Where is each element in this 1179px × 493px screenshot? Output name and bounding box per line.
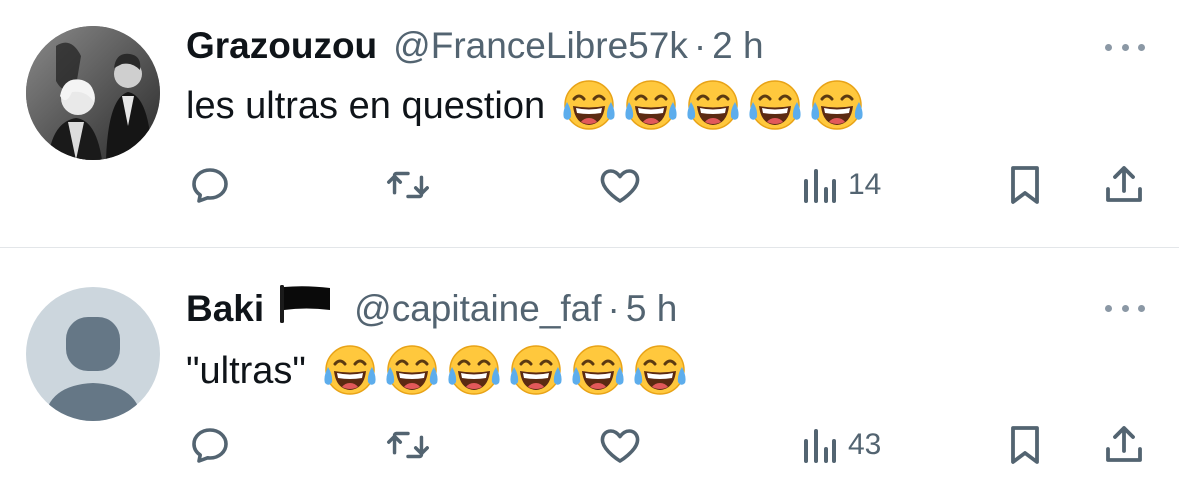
more-dots-icon xyxy=(1138,43,1145,51)
action-bar: 43 xyxy=(0,415,1179,475)
more-options-button[interactable] xyxy=(1105,302,1145,314)
face-with-tears-of-joy-emoji xyxy=(508,343,564,399)
reply-icon xyxy=(192,428,228,463)
like-button[interactable] xyxy=(596,415,644,475)
tweet-text-body: "ultras" xyxy=(186,349,306,392)
face-with-tears-of-joy-emoji xyxy=(747,78,803,134)
reply-button[interactable] xyxy=(186,155,234,215)
separator-dot: · xyxy=(607,288,620,329)
share-icon xyxy=(1106,166,1142,202)
bookmark-button[interactable] xyxy=(1003,415,1047,475)
user-handle[interactable]: @capitaine_faf xyxy=(354,284,601,334)
reply-button[interactable] xyxy=(186,415,234,475)
emoji-group xyxy=(322,343,688,399)
retweet-button[interactable] xyxy=(383,155,433,215)
face-with-tears-of-joy-emoji xyxy=(384,343,440,399)
bookmark-icon xyxy=(1011,166,1039,204)
retweet-button[interactable] xyxy=(383,415,433,475)
action-bar: 14 xyxy=(0,155,1179,215)
tweet-header: Grazouzou @FranceLibre57k · 2 h xyxy=(186,21,764,71)
more-dots-icon xyxy=(1121,43,1129,51)
face-with-tears-of-joy-emoji xyxy=(623,78,679,134)
face-with-tears-of-joy-emoji xyxy=(322,343,378,399)
more-dots-icon xyxy=(1105,43,1112,51)
views-icon xyxy=(804,169,836,203)
retweet-icon xyxy=(387,431,429,459)
face-with-tears-of-joy-emoji xyxy=(632,343,688,399)
more-dots-icon xyxy=(1121,304,1129,312)
retweet-icon xyxy=(387,171,429,199)
view-count: 43 xyxy=(848,428,882,461)
user-handle[interactable]: @FranceLibre57k xyxy=(393,21,688,71)
face-with-tears-of-joy-emoji xyxy=(561,78,617,134)
tweet-text-body: les ultras en question xyxy=(186,84,546,127)
bookmark-icon xyxy=(1011,426,1039,464)
timestamp[interactable]: 2 h xyxy=(712,21,763,71)
face-with-tears-of-joy-emoji xyxy=(809,78,865,134)
more-dots-icon xyxy=(1138,304,1145,312)
tweet-header: Baki @capitaine_faf · 5 h xyxy=(186,284,677,334)
emoji-group xyxy=(561,78,865,134)
share-icon xyxy=(1106,426,1142,462)
tweet[interactable]: Grazouzou @FranceLibre57k · 2 h les ultr… xyxy=(0,0,1179,248)
timestamp[interactable]: 5 h xyxy=(626,284,677,334)
like-button[interactable] xyxy=(596,155,644,215)
tweet-text: "ultras" xyxy=(186,343,688,399)
view-count: 14 xyxy=(848,168,882,201)
black-flag-icon xyxy=(278,283,334,336)
views-icon xyxy=(804,429,836,463)
views-button[interactable]: 14 xyxy=(802,155,881,215)
heart-icon xyxy=(600,169,640,203)
face-with-tears-of-joy-emoji xyxy=(685,78,741,134)
tweet-text: les ultras en question xyxy=(186,78,865,134)
tweet[interactable]: Baki @capitaine_faf · 5 h "ultras" 43 xyxy=(0,248,1179,493)
face-with-tears-of-joy-emoji xyxy=(570,343,626,399)
separator-dot: · xyxy=(693,25,707,66)
share-button[interactable] xyxy=(1100,415,1148,475)
bookmark-button[interactable] xyxy=(1003,155,1047,215)
more-dots-icon xyxy=(1105,304,1112,312)
views-button[interactable]: 43 xyxy=(802,415,881,475)
avatar[interactable] xyxy=(26,26,160,160)
share-button[interactable] xyxy=(1100,155,1148,215)
heart-icon xyxy=(600,429,640,463)
display-name[interactable]: Grazouzou xyxy=(186,21,377,71)
default-avatar-icon xyxy=(26,287,160,421)
display-name[interactable]: Baki xyxy=(186,284,264,334)
avatar-photo xyxy=(26,26,160,160)
reply-icon xyxy=(192,168,228,203)
more-options-button[interactable] xyxy=(1105,41,1145,53)
avatar[interactable] xyxy=(26,287,160,421)
face-with-tears-of-joy-emoji xyxy=(446,343,502,399)
